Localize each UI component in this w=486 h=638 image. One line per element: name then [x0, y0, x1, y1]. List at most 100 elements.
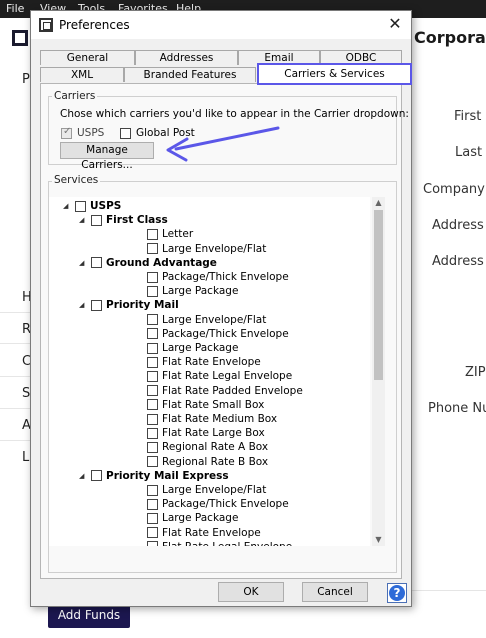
tree-item-checkbox[interactable]	[147, 314, 158, 326]
field-label-last-name: Last N	[455, 145, 486, 160]
tree-item[interactable]: Package/Thick Envelope	[147, 327, 289, 341]
tree-item-label: Priority Mail	[106, 299, 179, 312]
tree-item-checkbox[interactable]	[91, 214, 102, 226]
tree-item-label: Flat Rate Padded Envelope	[162, 384, 303, 397]
tree-item[interactable]: Large Package	[147, 284, 238, 298]
tree-item-checkbox[interactable]	[147, 228, 158, 240]
tree-item[interactable]: ◢ Ground Advantage	[79, 256, 217, 270]
tree-item[interactable]: Large Package	[147, 341, 238, 355]
tree-item[interactable]: Large Envelope/Flat	[147, 242, 266, 256]
close-icon[interactable]: ✕	[385, 14, 405, 34]
tree-item[interactable]: Regional Rate B Box	[147, 455, 268, 469]
ok-button[interactable]: OK	[218, 582, 284, 602]
tree-item[interactable]: Package/Thick Envelope	[147, 497, 289, 511]
tree-item[interactable]: Flat Rate Large Box	[147, 426, 265, 440]
expand-toggle-icon[interactable]: ◢	[79, 259, 91, 267]
sidebar-divider	[0, 376, 32, 377]
tree-item-label: Package/Thick Envelope	[162, 498, 289, 511]
field-label-company-name: Company N	[423, 182, 486, 197]
tree-item-label: Flat Rate Legal Envelope	[162, 541, 292, 546]
tree-item-checkbox[interactable]	[147, 456, 158, 468]
tree-item[interactable]: Large Envelope/Flat	[147, 313, 266, 327]
tree-item-label: Large Envelope/Flat	[162, 484, 267, 496]
services-scrollbar[interactable]: ▲ ▼	[372, 197, 385, 546]
tree-item-checkbox[interactable]	[147, 527, 158, 539]
services-tree[interactable]: ◢ USPS ◢ First Class Letter Large Envelope/Fl…	[49, 197, 370, 546]
tree-item[interactable]: Flat Rate Legal Envelope	[147, 369, 292, 383]
tree-item-checkbox[interactable]	[147, 484, 158, 496]
tree-item-label: Large Envelope/Flat	[162, 313, 267, 326]
tree-item[interactable]: Flat Rate Medium Box	[147, 412, 277, 426]
global-post-checkbox[interactable]	[120, 127, 131, 139]
tree-item-checkbox[interactable]	[91, 299, 102, 311]
tree-item-label: Regional Rate A Box	[162, 441, 269, 454]
tree-item[interactable]: Flat Rate Padded Envelope	[147, 384, 303, 398]
tree-item-checkbox[interactable]	[147, 271, 158, 283]
tree-item[interactable]: Regional Rate A Box	[147, 440, 268, 454]
field-label-address-line-1: Address L	[432, 218, 486, 233]
tree-item[interactable]: Flat Rate Legal Envelope	[147, 540, 292, 546]
dialog-titlebar[interactable]: Preferences ✕	[31, 11, 411, 39]
help-button[interactable]: ?	[387, 583, 407, 603]
tree-item[interactable]: Flat Rate Small Box	[147, 398, 264, 412]
menu-file[interactable]: File	[6, 2, 24, 15]
tree-item-label: Regional Rate B Box	[162, 455, 269, 468]
expand-toggle-icon[interactable]: ◢	[79, 216, 91, 224]
tree-item[interactable]: Flat Rate Envelope	[147, 526, 261, 540]
tree-item-checkbox[interactable]	[147, 512, 158, 524]
tree-item-label: First Class	[106, 214, 168, 227]
tree-item[interactable]: Flat Rate Envelope	[147, 355, 261, 369]
scroll-up-icon[interactable]: ▲	[372, 197, 385, 209]
sidebar-item-p[interactable]: P	[22, 72, 30, 87]
carrier-global-post-option[interactable]: Global Post	[120, 127, 195, 139]
tree-item-checkbox[interactable]	[147, 413, 158, 425]
sidebar-divider	[0, 440, 32, 441]
tree-item-label: Large Package	[162, 285, 239, 298]
tree-item[interactable]: Large Envelope/Flat	[147, 483, 266, 497]
tree-item[interactable]: ◢ First Class	[79, 213, 168, 227]
tree-item[interactable]: ◢ USPS	[63, 199, 121, 213]
expand-toggle-icon[interactable]: ◢	[63, 202, 75, 210]
sidebar-item-l[interactable]: L	[22, 450, 29, 465]
manage-carriers-button[interactable]: Manage Carriers...	[60, 142, 154, 171]
tab-branded-features[interactable]: Branded Features	[124, 67, 256, 82]
tree-item[interactable]: ◢ Priority Mail	[79, 298, 179, 312]
tab-xml[interactable]: XML	[40, 67, 124, 82]
usps-checkbox[interactable]	[61, 126, 72, 139]
cancel-button[interactable]: Cancel	[302, 582, 368, 602]
field-label-phone-number: Phone Nu	[428, 401, 486, 416]
tree-item-checkbox[interactable]	[91, 257, 102, 269]
tree-item-checkbox[interactable]	[147, 342, 158, 354]
tree-item-checkbox[interactable]	[147, 328, 158, 340]
tree-item[interactable]: ◢ Priority Mail Express	[79, 469, 229, 483]
tree-item-checkbox[interactable]	[147, 243, 158, 255]
expand-toggle-icon[interactable]: ◢	[79, 301, 91, 309]
tab-addresses[interactable]: Addresses	[135, 50, 238, 65]
tab-general[interactable]: General	[40, 50, 135, 65]
tree-item-checkbox[interactable]	[147, 399, 158, 411]
tree-item-checkbox[interactable]	[147, 385, 158, 397]
carriers-group-label: Carriers	[52, 90, 98, 102]
tree-item-checkbox[interactable]	[147, 498, 158, 510]
tree-item-checkbox[interactable]	[75, 200, 86, 212]
field-label-address-line-2: Address L	[432, 254, 486, 269]
tree-item-checkbox[interactable]	[147, 427, 158, 439]
tree-item[interactable]: Package/Thick Envelope	[147, 270, 289, 284]
preferences-dialog: Preferences ✕ General Addresses Email OD…	[30, 10, 412, 607]
scroll-down-icon[interactable]: ▼	[372, 534, 385, 546]
help-icon: ?	[389, 585, 405, 601]
tab-carriers-services[interactable]: Carriers & Services	[257, 63, 412, 85]
expand-toggle-icon[interactable]: ◢	[79, 472, 91, 480]
tree-item[interactable]: Large Package	[147, 511, 238, 525]
carrier-usps-option[interactable]: USPS	[61, 126, 104, 139]
tree-item-checkbox[interactable]	[147, 541, 158, 546]
tree-item-checkbox[interactable]	[147, 441, 158, 453]
tree-item-label: USPS	[90, 200, 122, 212]
tree-item-checkbox[interactable]	[147, 356, 158, 368]
tree-item-checkbox[interactable]	[147, 370, 158, 382]
tree-item-checkbox[interactable]	[147, 285, 158, 297]
tree-item-label: Large Package	[162, 512, 239, 525]
scrollbar-thumb[interactable]	[374, 210, 383, 380]
tree-item-checkbox[interactable]	[91, 470, 102, 482]
tree-item[interactable]: Letter	[147, 227, 193, 241]
